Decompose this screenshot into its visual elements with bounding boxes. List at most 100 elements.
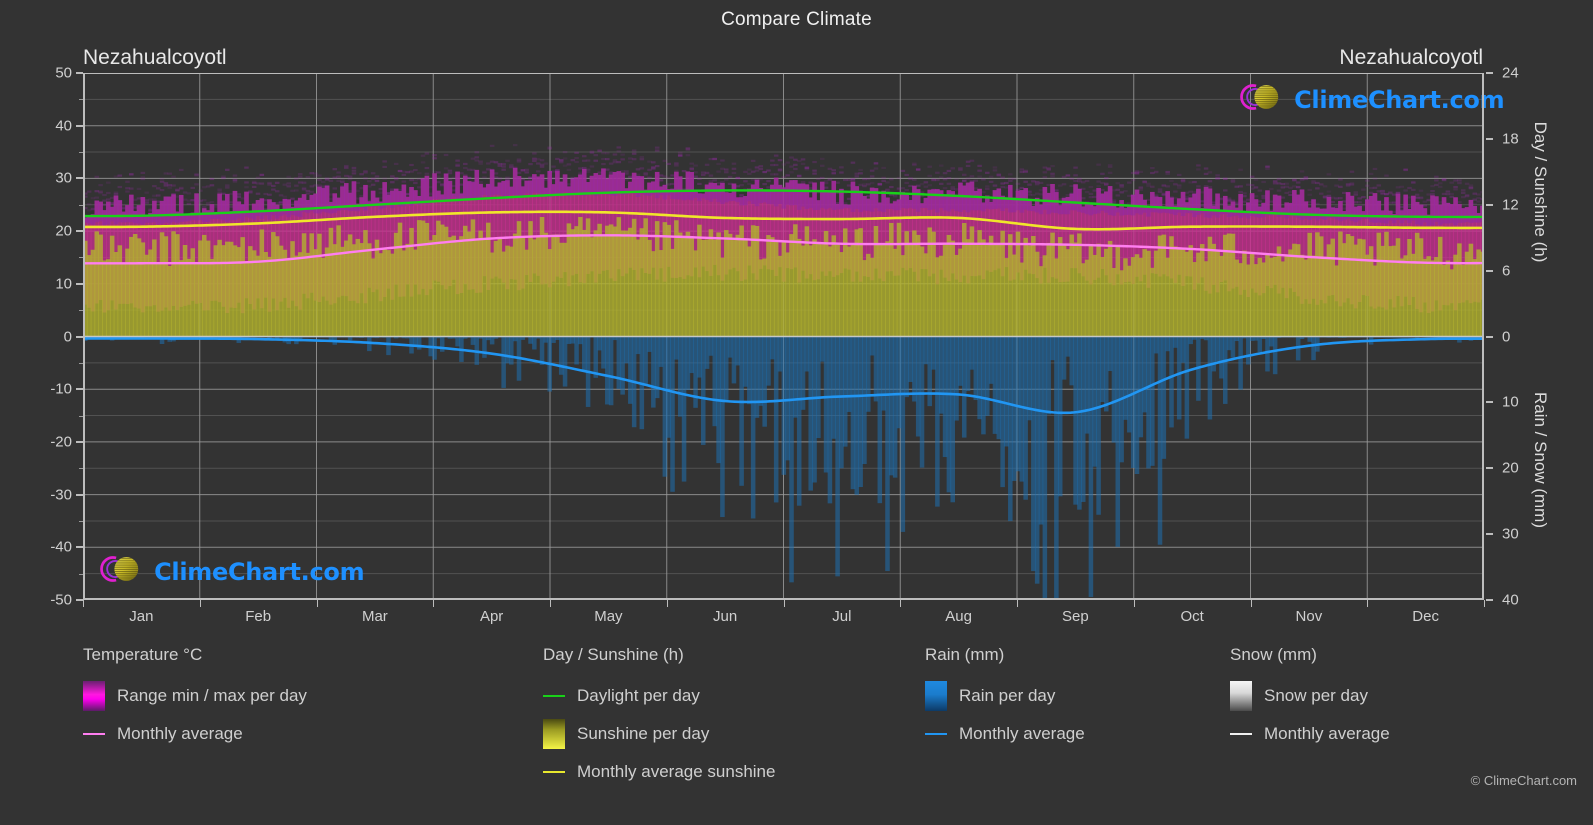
axis-tick-mark [76,546,83,549]
axis-tick-mark [1367,600,1369,607]
legend-heading: Rain (mm) [925,645,1005,664]
axis-tick-mark [1486,137,1493,140]
plot-area [83,73,1484,600]
axis-minor-tick [79,310,83,312]
month-tick-sep: Sep [1062,608,1089,625]
legend-line-swatch [543,771,565,773]
legend-swatch [1230,681,1252,711]
legend-label: Range min / max per day [117,686,307,705]
axis-minor-tick [79,468,83,470]
legend-group-snow: Snow (mm) Snow per day Monthly average [1230,645,1390,753]
legend-label: Sunshine per day [577,724,710,743]
axis-tick-mark [1017,600,1018,607]
temperature-tick: -20 [50,433,72,451]
day-sunshine-axis-title: Day / Sunshine (h) [1531,121,1550,263]
axis-tick-mark [83,600,84,607]
axis-tick-mark [1250,600,1252,607]
axis-minor-tick [79,257,83,259]
legend-label: Monthly average [959,724,1085,743]
axis-tick-mark [76,493,83,496]
axis-minor-tick [79,362,83,364]
temperature-tick: -40 [50,538,72,556]
legend-item[interactable]: Snow per day [1230,677,1390,715]
rain-snow-tick: 40 [1502,591,1519,609]
copyright-text: © ClimeChart.com [1470,773,1577,788]
month-tick-nov: Nov [1295,608,1323,625]
axis-tick-mark [76,124,83,127]
temperature-tick: 50 [55,64,72,82]
axis-minor-tick [79,520,83,522]
temperature-tick: 30 [55,169,72,187]
axis-tick-mark [76,230,83,233]
legend-item[interactable]: Sunshine per day [543,715,775,753]
legend-label: Rain per day [959,686,1056,705]
month-tick-jan: Jan [129,608,154,625]
month-tick-apr: Apr [479,608,504,625]
right-location-label: Nezahualcoyotl [1339,46,1483,69]
legend-label: Snow per day [1264,686,1368,705]
axis-minor-tick [79,573,83,575]
day-sunshine-tick: 12 [1502,196,1519,214]
axis-tick-mark [76,599,83,601]
legend-item[interactable]: Monthly average [83,715,307,753]
axis-tick-mark [1486,599,1493,601]
climechart-logo-icon [94,552,150,591]
legend-item[interactable]: Range min / max per day [83,677,307,715]
legend-heading: Day / Sunshine (h) [543,645,684,664]
legend-label: Daylight per day [577,686,700,705]
climechart-logo-text: ClimeChart.com [1294,85,1505,114]
month-tick-oct: Oct [1180,608,1204,625]
temperature-tick: -50 [50,591,72,609]
temperature-tick: 10 [55,275,72,293]
axis-minor-tick [79,99,83,101]
axis-tick-mark [1486,72,1493,74]
axis-tick-mark [433,600,435,607]
legend-item[interactable]: Daylight per day [543,677,775,715]
climate-chart-page: Compare Climate Nezahualcoyotl Nezahualc… [0,0,1593,825]
legend-label: Monthly average sunshine [577,762,776,781]
month-tick-jun: Jun [713,608,738,625]
axis-minor-tick [79,204,83,206]
month-tick-mar: Mar [361,608,388,625]
legend-line-swatch [925,733,947,735]
legend-item[interactable]: Monthly average [1230,715,1390,753]
rain-snow-tick: 30 [1502,525,1519,543]
day-sunshine-tick: 24 [1502,64,1519,82]
axis-tick-mark [76,282,83,285]
axis-tick-mark [1486,269,1493,272]
legend-item[interactable]: Monthly average sunshine [543,753,775,791]
legend-item[interactable]: Monthly average [925,715,1085,753]
legend-swatch [543,719,565,749]
climechart-logo-icon [1234,80,1290,119]
axis-tick-mark [783,600,785,607]
rain-snow-tick: 20 [1502,459,1519,477]
day-sunshine-tick: 0 [1502,328,1511,345]
axis-minor-tick [79,415,83,417]
temperature-tick: 0 [63,328,72,345]
day-sunshine-tick: 18 [1502,130,1519,148]
month-tick-feb: Feb [245,608,272,625]
axis-tick-mark [1486,203,1493,206]
axis-tick-mark [76,177,83,180]
axis-tick-mark [1486,401,1493,404]
climechart-logo-top[interactable]: ClimeChart.com [1234,80,1505,119]
axis-tick-mark [76,388,83,391]
legend: Temperature °C Range min / max per day Mon… [0,645,1593,805]
axis-tick-mark [666,600,668,607]
climechart-logo-text: ClimeChart.com [154,557,365,586]
legend-label: Monthly average [117,724,243,743]
axis-tick-mark [76,440,83,443]
legend-swatch [925,681,947,711]
month-tick-aug: Aug [945,608,972,625]
legend-line-swatch [83,733,105,735]
axis-tick-mark [1486,335,1493,338]
temperature-tick: -30 [50,486,72,504]
legend-group-rain: Rain (mm) Rain per day Monthly average [925,645,1085,753]
climechart-logo-bottom[interactable]: ClimeChart.com [94,552,365,591]
day-sunshine-tick: 6 [1502,262,1511,280]
rain-snow-tick: 10 [1502,393,1519,411]
legend-item[interactable]: Rain per day [925,677,1085,715]
legend-line-swatch [1230,733,1252,735]
temperature-tick: 20 [55,222,72,240]
axis-tick-mark [199,600,201,607]
